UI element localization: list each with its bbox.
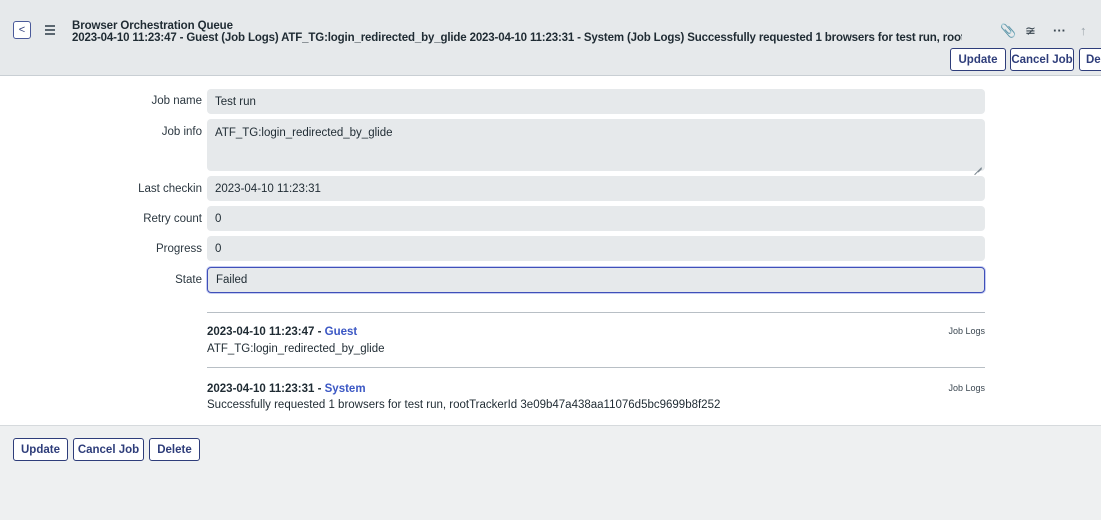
last-checkin-value: 2023-04-10 11:23:31: [215, 182, 321, 195]
state-field[interactable]: Failed: [207, 267, 985, 293]
activity-timestamp: 2023-04-10 11:23:47 -: [207, 326, 325, 338]
state-value: Failed: [216, 274, 248, 286]
header-cancel-job-button[interactable]: Cancel Job: [1010, 48, 1074, 71]
job-name-value: Test run: [215, 95, 256, 108]
activity-divider: [207, 367, 985, 368]
resize-handle-icon[interactable]: [974, 160, 982, 168]
activity-entry-header: 2023-04-10 11:23:31 - System: [207, 383, 366, 395]
last-checkin-label: Last checkin: [138, 183, 202, 195]
retry-count-label: Retry count: [143, 213, 202, 225]
activity-tag: Job Logs: [948, 326, 985, 336]
footer-delete-button[interactable]: Delete: [149, 438, 200, 461]
progress-label: Progress: [155, 243, 202, 255]
header-delete-button[interactable]: De: [1079, 48, 1101, 71]
activity-user-link[interactable]: System: [325, 383, 366, 395]
retry-count-value: 0: [215, 212, 222, 225]
job-info-value: ATF_TG:login_redirected_by_glide: [215, 127, 393, 139]
page-title: Browser Orchestration Queue: [72, 20, 233, 32]
footer-cancel-job-button[interactable]: Cancel Job: [73, 438, 144, 461]
activity-text: Successfully requested 1 browsers for te…: [207, 399, 721, 411]
activity-text: ATF_TG:login_redirected_by_glide: [207, 343, 385, 355]
activity-entry-header: 2023-04-10 11:23:47 - Guest: [207, 326, 357, 338]
job-name-label: Job name: [151, 95, 202, 107]
state-label: State: [175, 274, 202, 286]
settings-icon[interactable]: ≆: [1025, 24, 1036, 38]
progress-value: 0: [215, 242, 222, 255]
chevron-left-icon: <: [18, 23, 26, 36]
job-name-field[interactable]: Test run: [207, 89, 985, 114]
hamburger-icon[interactable]: [45, 22, 57, 36]
header-update-button[interactable]: Update: [950, 48, 1006, 71]
footer-update-button[interactable]: Update: [13, 438, 68, 461]
job-info-textarea[interactable]: ATF_TG:login_redirected_by_glide: [207, 119, 985, 171]
progress-field[interactable]: 0: [207, 236, 985, 261]
paperclip-icon[interactable]: 📎: [1000, 24, 1016, 38]
last-checkin-field[interactable]: 2023-04-10 11:23:31: [207, 176, 985, 201]
form-header: < Browser Orchestration Queue 2023-04-10…: [0, 0, 1101, 76]
title-block: Browser Orchestration Queue 2023-04-10 1…: [72, 20, 962, 44]
job-info-label: Job info: [161, 126, 202, 138]
more-icon[interactable]: ···: [1053, 24, 1066, 38]
activity-user-link[interactable]: Guest: [325, 326, 358, 338]
page-subtitle: 2023-04-10 11:23:47 - Guest (Job Logs) A…: [72, 32, 962, 44]
arrow-up-icon[interactable]: ↑: [1080, 24, 1087, 38]
activity-tag: Job Logs: [948, 383, 985, 393]
activity-timestamp: 2023-04-10 11:23:31 -: [207, 383, 325, 395]
activity-divider: [207, 312, 985, 313]
retry-count-field[interactable]: 0: [207, 206, 985, 231]
back-button[interactable]: <: [13, 21, 31, 39]
